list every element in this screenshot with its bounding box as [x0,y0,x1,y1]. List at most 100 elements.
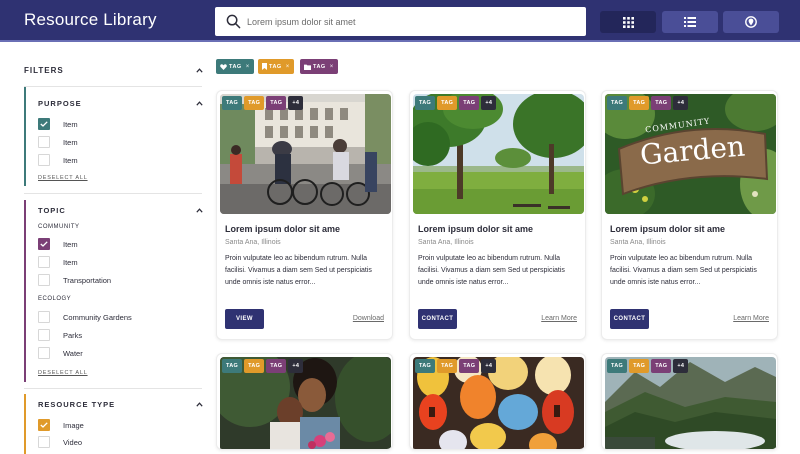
remove-tag-icon[interactable]: × [286,64,290,70]
filter-item[interactable]: Item [38,238,78,250]
filter-item-label: Item [63,257,78,267]
checkbox[interactable] [38,347,50,359]
tag-badge: TAG [244,359,265,373]
top-bar: Resource Library [0,0,800,42]
tag-badge: TAG [222,359,243,373]
chevron-up-icon[interactable] [196,101,203,106]
filter-group-topic: TOPIC COMMUNITY Item Item Transportation… [24,200,203,382]
filter-item-label: Community Gardens [63,312,132,322]
checkbox-checked[interactable] [38,419,50,431]
check-icon [40,422,48,428]
resource-card[interactable]: COMMUNITY Garden TAG TAG TAG +4 Lorem ip… [601,90,778,340]
checkbox[interactable] [38,436,50,448]
tag-badge: TAG [629,96,650,110]
filter-item[interactable]: Transportation [38,274,111,286]
tag-badge: TAG [266,96,287,110]
filter-item[interactable]: Image [38,419,84,431]
remove-tag-icon[interactable]: × [246,64,250,70]
search-icon [226,14,241,29]
active-filter-tag[interactable]: TAG × [300,59,338,74]
contact-button[interactable]: CONTACT [610,309,649,329]
chevron-up-icon[interactable] [196,208,203,213]
filter-item-label: Item [63,119,78,129]
view-button[interactable]: VIEW [225,309,264,329]
filter-item-label: Item [63,137,78,147]
search-input[interactable] [247,7,577,36]
card-location: Santa Ana, Illinois [610,239,666,246]
card-tags: TAG TAG TAG +4 [415,96,497,110]
deselect-all-link[interactable]: DESELECT ALL [38,370,88,376]
tag-badge: TAG [266,359,287,373]
check-icon [40,241,48,247]
tag-badge: TAG [437,96,458,110]
chevron-up-icon[interactable] [196,402,203,407]
filter-item-label: Transportation [63,275,112,285]
card-tags: TAG TAG TAG +4 [607,359,689,373]
filter-item-label: Water [63,348,83,358]
download-link[interactable]: Download [353,315,384,322]
list-icon [684,17,696,27]
checkbox[interactable] [38,274,50,286]
tag-badge: TAG [415,96,436,110]
search-box[interactable] [215,7,586,36]
check-icon [40,121,48,127]
subgroup-title: COMMUNITY [38,224,80,230]
filter-group-title: PURPOSE [38,99,82,108]
filter-item[interactable]: Water [38,347,83,359]
filter-item[interactable]: Community Gardens [38,311,132,323]
card-description: Proin vulputate leo ac bibendum rutrum. … [418,255,565,286]
resource-card[interactable]: TAG TAG TAG +4 [409,353,586,450]
filter-item-label: Video [63,437,83,447]
filter-group-resource-type: RESOURCE TYPE Image Video [24,394,203,454]
card-tags: TAG TAG TAG +4 [222,359,304,373]
checkbox-checked[interactable] [38,238,50,250]
card-title: Lorem ipsum dolor sit ame [418,224,534,234]
card-tags: TAG TAG TAG +4 [415,359,497,373]
checkbox[interactable] [38,329,50,341]
checkbox[interactable] [38,154,50,166]
map-view-button[interactable] [723,11,779,33]
card-title: Lorem ipsum dolor sit ame [225,224,341,234]
filter-item-label: Item [63,155,78,165]
filter-item[interactable]: Item [38,256,78,268]
remove-tag-icon[interactable]: × [330,64,334,70]
learn-more-link[interactable]: Learn More [733,315,769,322]
filter-item[interactable]: Item [38,154,78,166]
card-location: Santa Ana, Illinois [418,239,474,246]
park-photo [413,94,584,214]
map-pin-icon [745,16,757,28]
tag-badge: TAG [459,96,480,110]
list-view-button[interactable] [662,11,718,33]
card-image-community-garden: COMMUNITY Garden [605,94,776,214]
contact-button[interactable]: CONTACT [418,309,457,329]
chevron-up-icon[interactable] [196,68,203,73]
resource-card[interactable]: TAG TAG TAG +4 Lorem ipsum dolor sit ame… [216,90,393,340]
checkbox[interactable] [38,311,50,323]
card-tags: TAG TAG TAG +4 [607,96,689,110]
filter-group-purpose: PURPOSE Item Item Item DESELECT ALL [24,87,203,186]
resource-card[interactable]: TAG TAG TAG +4 [216,353,393,450]
active-filter-tag[interactable]: TAG × [258,59,294,74]
deselect-all-link[interactable]: DESELECT ALL [38,175,88,181]
filter-item[interactable]: Video [38,436,82,448]
cyclists-photo [220,94,391,214]
filter-item[interactable]: Parks [38,329,82,341]
app-title: Resource Library [24,10,157,29]
learn-more-link[interactable]: Learn More [541,315,577,322]
resource-card[interactable]: TAG TAG TAG +4 Lorem ipsum dolor sit ame… [409,90,586,340]
checkbox[interactable] [38,136,50,148]
tag-badge: TAG [244,96,265,110]
active-filter-tag[interactable]: TAG × [216,59,254,74]
resource-card[interactable]: TAG TAG TAG +4 [601,353,778,450]
tag-badge: TAG [651,96,672,110]
filter-item[interactable]: Item [38,136,78,148]
checkbox-checked[interactable] [38,118,50,130]
tag-badge: TAG [437,359,458,373]
more-tags-badge: +4 [673,96,689,110]
filters-heading: FILTERS [24,66,64,75]
checkbox[interactable] [38,256,50,268]
grid-view-button[interactable] [600,11,656,33]
card-location: Santa Ana, Illinois [225,239,281,246]
filter-item[interactable]: Item [38,118,78,130]
tag-badge: TAG [607,359,628,373]
